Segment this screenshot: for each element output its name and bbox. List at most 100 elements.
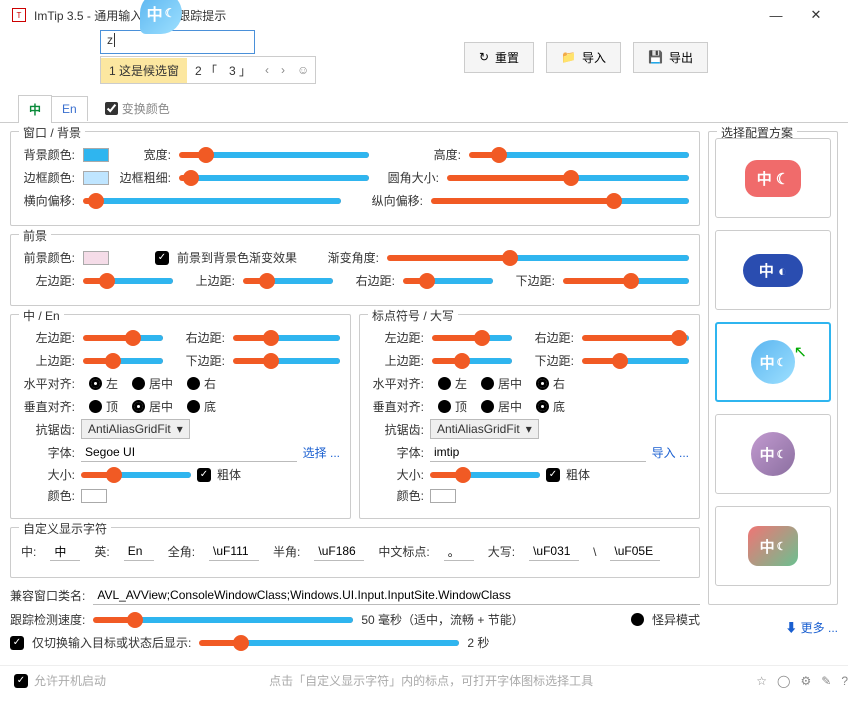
zh-en-group: 中 / En 左边距: 右边距: 上边距: 下边距: 水平对齐: 左 居中 右	[10, 314, 351, 519]
circle-icon[interactable]: ◯	[777, 674, 790, 688]
char-zh[interactable]	[50, 542, 80, 561]
voffset-slider[interactable]	[431, 198, 689, 204]
size-slider[interactable]	[81, 472, 191, 478]
valign-bottom[interactable]: 底	[187, 398, 216, 415]
scheme-1[interactable]: 中 ☾	[715, 138, 831, 218]
save-icon: 💾	[648, 50, 663, 64]
tool-icon[interactable]: ✎	[821, 674, 831, 688]
font-select-link[interactable]: 选择 ...	[303, 444, 340, 461]
punct-size-slider[interactable]	[430, 472, 540, 478]
fg-left-slider[interactable]	[83, 278, 173, 284]
radius-slider[interactable]	[447, 175, 689, 181]
char-half[interactable]	[314, 542, 364, 561]
window-bg-group: 窗口 / 背景 背景颜色: 宽度: 高度: 边框颜色: 边框粗细: 圆角大小: …	[10, 131, 700, 226]
help-icon[interactable]: ?	[841, 674, 848, 688]
char-caps[interactable]	[529, 542, 579, 561]
scheme-2[interactable]: 中 ◐	[715, 230, 831, 310]
gear-icon[interactable]: ⚙	[800, 674, 811, 688]
close-button[interactable]: ✕	[796, 7, 836, 23]
chevron-down-icon: ▾	[177, 422, 183, 436]
cand-prev[interactable]: ‹	[259, 63, 275, 77]
zhen-top-slider[interactable]	[83, 358, 163, 364]
punct-color-swatch[interactable]	[430, 489, 456, 503]
input-preview[interactable]: z	[100, 30, 255, 54]
minimize-button[interactable]: —	[756, 8, 796, 23]
width-slider[interactable]	[179, 152, 369, 158]
weird-mode-radio[interactable]	[631, 613, 644, 626]
zhen-right-slider[interactable]	[233, 335, 340, 341]
fg-right-slider[interactable]	[403, 278, 493, 284]
folder-icon: 📁	[561, 50, 576, 64]
punct-antialias-select[interactable]: AntiAliasGridFit▾	[430, 419, 539, 439]
border-width-slider[interactable]	[179, 175, 369, 181]
import-button[interactable]: 📁导入	[546, 42, 621, 73]
foreground-group: 前景 前景颜色: ✓ 前景到背景色渐变效果 渐变角度: 左边距: 上边距: 右边…	[10, 234, 700, 306]
zhen-left-slider[interactable]	[83, 335, 163, 341]
bg-color-swatch[interactable]	[83, 148, 109, 162]
export-button[interactable]: 💾导出	[633, 42, 708, 73]
char-zhpunct[interactable]	[444, 542, 474, 561]
antialias-select[interactable]: AntiAliasGridFit▾	[81, 419, 190, 439]
hoffset-slider[interactable]	[83, 198, 341, 204]
halign-right[interactable]: 右	[187, 375, 216, 392]
footer: ✓ 允许开机启动 点击「自定义显示字符」内的标点，可打开字体图标选择工具 ☆ ◯…	[0, 665, 848, 695]
fg-top-slider[interactable]	[243, 278, 333, 284]
halign-center[interactable]: 居中	[132, 375, 173, 392]
reset-button[interactable]: ↻重置	[464, 42, 534, 73]
compat-input[interactable]	[93, 586, 700, 605]
top-area: 中☾ z 1 这是候选窗 2 「 3 」 ‹ › ☺ ↻重置 📁导入 💾导出	[0, 30, 848, 94]
switch-only-checkbox[interactable]: ✓	[10, 636, 24, 650]
switch-duration-slider[interactable]	[199, 640, 459, 646]
track-speed-slider[interactable]	[93, 617, 353, 623]
font-input[interactable]	[81, 443, 297, 462]
moon-icon: ☾	[165, 6, 176, 20]
punct-bold-checkbox[interactable]: ✓	[546, 468, 560, 482]
height-slider[interactable]	[469, 152, 689, 158]
zhen-bottom-slider[interactable]	[233, 358, 340, 364]
bold-checkbox[interactable]: ✓	[197, 468, 211, 482]
char-last[interactable]	[610, 542, 660, 561]
scheme-4[interactable]: 中☾	[715, 414, 831, 494]
cand-emoji[interactable]: ☺	[291, 63, 315, 77]
scheme-5[interactable]: 中☾	[715, 506, 831, 586]
cand-next[interactable]: ›	[275, 63, 291, 77]
tabs: 中 En 变换颜色	[0, 94, 848, 123]
valign-center[interactable]: 居中	[132, 398, 173, 415]
cursor-icon: ↖	[794, 342, 807, 362]
char-full[interactable]	[209, 542, 259, 561]
preview-box: 中☾ z 1 这是候选窗 2 「 3 」 ‹ › ☺	[100, 30, 316, 84]
scheme-3[interactable]: 中☾↖	[715, 322, 831, 402]
punct-import-link[interactable]: 导入 ...	[652, 444, 689, 461]
gradient-angle-slider[interactable]	[387, 255, 689, 261]
punct-left-slider[interactable]	[432, 335, 512, 341]
candidate-1[interactable]: 1 这是候选窗	[101, 58, 187, 83]
punct-font-input[interactable]	[430, 443, 646, 462]
zhen-color-swatch[interactable]	[81, 489, 107, 503]
punct-group: 标点符号 / 大写 左边距: 右边距: 上边距: 下边距: 水平对齐: 左 居中…	[359, 314, 700, 519]
halign-left[interactable]: 左	[89, 375, 118, 392]
valign-top[interactable]: 顶	[89, 398, 118, 415]
char-en[interactable]	[124, 542, 154, 561]
punct-bottom-slider[interactable]	[582, 358, 689, 364]
app-icon: T	[12, 8, 26, 22]
titlebar: T ImTip 3.5 - 通用输入法状态跟踪提示 — ✕	[0, 0, 848, 30]
candidate-bar[interactable]: 1 这是候选窗 2 「 3 」 ‹ › ☺	[100, 56, 316, 84]
tab-en[interactable]: En	[51, 96, 88, 121]
star-icon[interactable]: ☆	[756, 674, 767, 688]
fg-color-swatch[interactable]	[83, 251, 109, 265]
punct-right-slider[interactable]	[582, 335, 689, 341]
custom-chars-group: 自定义显示字符 中: 英: 全角: 半角: 中文标点: 大写: \	[10, 527, 700, 578]
scheme-panel: 选择配置方案 中 ☾ 中 ◐ 中☾↖ 中☾ 中☾	[708, 131, 838, 605]
color-change-checkbox[interactable]: 变换颜色	[105, 100, 170, 117]
autostart-checkbox[interactable]: ✓	[14, 674, 28, 688]
gradient-checkbox[interactable]: ✓	[155, 251, 169, 265]
download-icon: ⬇	[785, 621, 797, 635]
tab-zh[interactable]: 中	[18, 95, 52, 123]
more-link[interactable]: ⬇ 更多 ...	[785, 621, 838, 635]
punct-top-slider[interactable]	[432, 358, 512, 364]
refresh-icon: ↻	[479, 50, 489, 64]
fg-bottom-slider[interactable]	[563, 278, 689, 284]
border-color-swatch[interactable]	[83, 171, 109, 185]
top-buttons: ↻重置 📁导入 💾导出	[464, 42, 708, 73]
candidate-2[interactable]: 2 「 3 」	[187, 62, 259, 79]
